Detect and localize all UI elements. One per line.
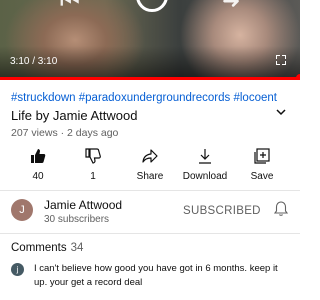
- playlist-add-icon: [232, 148, 292, 168]
- subscriber-count: 30 subscribers: [44, 214, 110, 225]
- action-bar: 40 1 Share Download Save: [0, 148, 300, 184]
- share-label: Share: [136, 171, 164, 182]
- subscribed-button[interactable]: SUBSCRIBED: [183, 205, 261, 217]
- download-button[interactable]: Download: [175, 148, 235, 184]
- channel-name[interactable]: Jamie Attwood: [44, 198, 122, 212]
- video-title[interactable]: Life by Jamie Attwood: [11, 108, 137, 123]
- progress-scrubber[interactable]: [296, 74, 300, 80]
- notification-bell-icon[interactable]: [273, 201, 289, 222]
- video-meta: 207 views · 2 days ago: [11, 127, 119, 139]
- comments-header[interactable]: Comments 34: [11, 242, 83, 254]
- comments-count: 34: [70, 242, 84, 254]
- channel-row[interactable]: J Jamie Attwood 30 subscribers SUBSCRIBE…: [0, 195, 300, 231]
- like-button[interactable]: 40: [8, 148, 68, 184]
- divider: [0, 190, 300, 191]
- share-arrow-icon: [120, 148, 180, 168]
- save-label: Save: [250, 171, 274, 182]
- comments-label: Comments: [11, 242, 67, 254]
- download-icon: [175, 148, 235, 168]
- top-comment-text[interactable]: I can't believe how good you have got in…: [34, 262, 290, 290]
- replay-icon[interactable]: [136, 0, 168, 12]
- next-icon[interactable]: ➜: [222, 0, 240, 14]
- chevron-down-icon[interactable]: [275, 106, 287, 121]
- previous-icon[interactable]: ⏮: [60, 0, 80, 14]
- download-label: Download: [182, 171, 228, 182]
- video-player[interactable]: ⏮ ➜ 3:10 / 3:10: [0, 0, 300, 80]
- thumbs-up-icon: [8, 148, 68, 168]
- channel-avatar[interactable]: J: [11, 199, 33, 221]
- thumbs-down-icon: [63, 148, 123, 168]
- progress-fill: [0, 77, 300, 80]
- share-button[interactable]: Share: [120, 148, 180, 184]
- video-time: 3:10 / 3:10: [10, 56, 58, 67]
- save-button[interactable]: Save: [232, 148, 292, 184]
- divider: [0, 233, 300, 234]
- dislike-count: 1: [90, 171, 96, 182]
- like-count: 40: [32, 171, 44, 182]
- video-hashtags[interactable]: #struckdown #paradoxundergroundrecords #…: [11, 92, 277, 104]
- fullscreen-icon[interactable]: [276, 55, 286, 65]
- progress-bar[interactable]: [0, 74, 300, 80]
- dislike-button[interactable]: 1: [63, 148, 123, 184]
- commenter-avatar: j: [11, 263, 24, 276]
